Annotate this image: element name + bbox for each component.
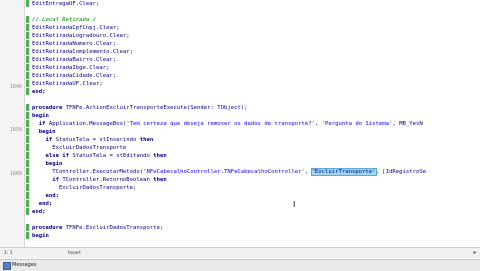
edit-mode: Insert — [68, 251, 81, 256]
code-token: , MB_YesN — [392, 121, 423, 127]
code-line[interactable]: if Application.MessageBox('Tem certeza q… — [32, 120, 423, 129]
code-token: begin — [32, 233, 49, 239]
code-token: 'Pergunta do Sistema' — [321, 121, 393, 127]
change-marker — [26, 40, 29, 47]
code-token: EditEntregaUF.Clear; — [32, 1, 100, 7]
cursor-position: 1: 1 — [4, 251, 13, 256]
code-token: TController.RetornoBoolean — [62, 177, 154, 183]
code-token: ExcluirDadosTransporte; — [32, 185, 137, 191]
code-token: EditRetiradaBairro.Clear; — [32, 57, 117, 63]
change-marker — [26, 88, 29, 95]
status-bar: 1: 1 Insert — [0, 250, 140, 258]
code-token: else if — [32, 153, 73, 159]
code-line[interactable]: end; — [32, 88, 45, 97]
code-token: EditRetiradaCpfCnpj.Clear; — [32, 25, 120, 31]
change-marker — [26, 104, 29, 111]
code-token: EditRetiradaCidade.Clear; — [32, 73, 117, 79]
code-token: EditRetiradaLogradouro.Clear; — [32, 33, 130, 39]
code-token: end; — [32, 89, 46, 95]
change-marker — [26, 64, 29, 71]
code-area[interactable]: EditEntregaUF.Clear; // Local Retirada / E… — [32, 0, 480, 247]
code-line[interactable]: EditEntregaUF.Clear; — [32, 0, 99, 9]
change-marker — [26, 168, 29, 175]
code-token: TController.ExecutarMetodo( — [32, 169, 144, 175]
change-marker — [26, 136, 29, 143]
messages-icon — [3, 262, 11, 270]
code-line[interactable]: end; — [32, 208, 45, 217]
change-marker — [26, 152, 29, 159]
change-marker — [26, 80, 29, 87]
change-marker — [26, 120, 29, 127]
change-marker — [26, 200, 29, 207]
code-line[interactable]: begin — [32, 232, 49, 241]
code-token: , [IdRegistroSe — [375, 169, 427, 175]
code-token: if — [32, 121, 49, 127]
code-token: procedure — [32, 105, 66, 111]
code-token: EditRetiradaIbge.Clear; — [32, 65, 110, 71]
code-token: then — [139, 137, 154, 143]
code-token: end; — [32, 209, 46, 215]
code-token: TFNFe.ActionExcluirTransporteExecute(Sen… — [65, 105, 248, 111]
code-editor[interactable]: 1640 1650 1660 EditEntregaUF.Clear; // Lo… — [0, 0, 480, 247]
change-marker — [26, 208, 29, 215]
messages-label[interactable]: Messages — [12, 260, 37, 271]
change-marker — [26, 112, 29, 119]
code-token: EditRetiradaNumero.Clear; — [32, 41, 117, 47]
line-number: 1640 — [9, 84, 22, 90]
change-marker — [26, 144, 29, 151]
change-marker — [26, 160, 29, 167]
code-token: EditRetiradaUF.Clear; — [32, 81, 103, 87]
code-token: , — [314, 121, 322, 127]
code-token: end; — [32, 201, 53, 207]
scroll-right-icon[interactable]: ▸ — [470, 248, 480, 258]
code-token: begin — [32, 129, 56, 135]
change-marker — [26, 184, 29, 191]
code-token: then — [153, 153, 167, 159]
change-marker — [26, 192, 29, 199]
code-line[interactable]: procedure TFNFe.ActionExcluirTransporteE… — [32, 104, 248, 113]
code-token: begin — [32, 113, 49, 119]
change-marker — [26, 48, 29, 55]
code-token: StatusTela = stEditando — [72, 153, 154, 159]
change-marker-strip — [26, 0, 29, 247]
change-marker — [26, 176, 29, 183]
search-highlight: 'ExcluirTransporte' — [310, 168, 377, 176]
line-number: 1650 — [9, 127, 22, 133]
code-token: TFNFe.ExcluirDadosTransporte; — [65, 225, 164, 231]
code-token: if — [32, 137, 56, 143]
change-marker — [26, 32, 29, 39]
code-token: 'NFeCabecalhoController.TNFeCabecalhoCon… — [143, 169, 305, 175]
view-tabs: Code Design History — [142, 250, 225, 269]
code-token: StatusTela = stInserindo — [55, 137, 140, 143]
change-marker — [26, 72, 29, 79]
code-token: Application.MessageBox( — [48, 121, 127, 127]
change-marker — [26, 128, 29, 135]
code-token: // Local Retirada / — [32, 17, 96, 23]
change-marker — [26, 232, 29, 239]
messages-panel-bar[interactable]: Messages — [0, 259, 480, 271]
code-token: , — [304, 169, 312, 175]
code-token: 'Tem certeza que deseja remover os dados… — [126, 121, 315, 127]
line-number-gutter: 1640 1650 1660 — [0, 0, 25, 247]
code-line[interactable]: procedure TFNFe.ExcluirDadosTransporte; — [32, 224, 163, 233]
line-number: 1660 — [9, 171, 22, 177]
change-marker — [26, 24, 29, 31]
text-cursor-icon: I — [293, 200, 296, 209]
change-marker — [26, 0, 29, 7]
code-token: end; — [32, 193, 59, 199]
change-marker — [26, 16, 29, 23]
code-token: then — [153, 177, 167, 183]
change-marker — [26, 56, 29, 63]
change-marker — [26, 224, 29, 231]
code-token: begin — [32, 161, 63, 167]
code-token: if — [32, 177, 63, 183]
code-token: EditRetiradaComplemento.Clear; — [32, 49, 134, 55]
code-token: ExcluirDadosTransporte — [32, 145, 127, 151]
code-token: procedure — [32, 225, 66, 231]
